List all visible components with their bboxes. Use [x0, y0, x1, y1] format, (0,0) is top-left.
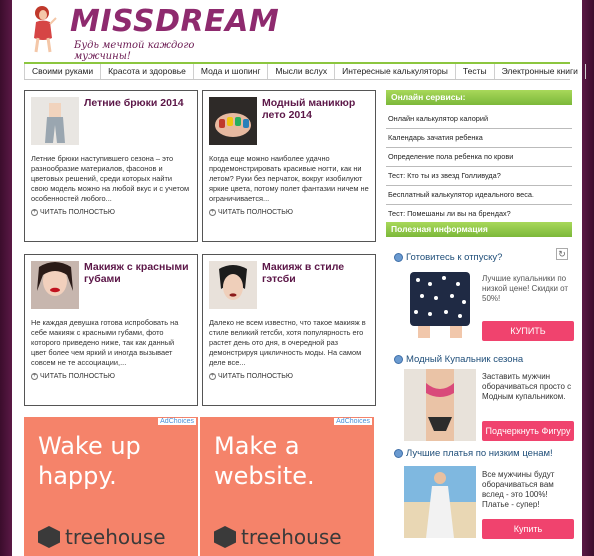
page-border-right [582, 0, 594, 556]
article-excerpt: Не каждая девушка готова испробовать на … [31, 318, 179, 367]
adchoices-label[interactable]: AdChoices [334, 418, 372, 425]
treehouse-logo-icon [38, 526, 60, 548]
promo-widget: ↻ Готовитесь к отпуску? Лучшие купальник… [390, 244, 574, 556]
girl-logo-icon [34, 6, 57, 53]
logo-slogan: Будь мечтой каждого мужчины! [74, 40, 195, 62]
ad-headline-line: Make a [214, 432, 300, 460]
polka-dot-swimsuit-image[interactable] [404, 266, 476, 338]
article-title[interactable]: Летние брюки 2014 [84, 97, 194, 109]
globe-icon [394, 449, 403, 458]
promo-title-text: Готовитесь к отпуску? [406, 252, 503, 263]
buy-button[interactable]: Купить [482, 519, 574, 539]
nav-item-ebooks[interactable]: Электронные книги [495, 64, 586, 79]
read-more-link[interactable]: + ЧИТАТЬ ПОЛНОСТЬЮ [31, 373, 115, 380]
adchoices-label[interactable]: AdChoices [158, 418, 196, 425]
plus-circle-icon: + [209, 209, 216, 216]
fashion-swimsuit-image[interactable] [404, 369, 476, 441]
main-nav: Своими руками Красота и здоровье Мода и … [24, 62, 586, 80]
nav-item-thoughts[interactable]: Мысли вслух [268, 64, 336, 79]
ad-brand: treehouse [214, 525, 342, 549]
read-more-link[interactable]: + ЧИТАТЬ ПОЛНОСТЬЮ [31, 209, 115, 216]
article-excerpt: Когда еще можно наиболее удачно продемон… [209, 154, 369, 203]
ad-headline: Make a website. [214, 431, 315, 491]
plus-circle-icon: + [31, 209, 38, 216]
article-card: Модный маникюр лето 2014 Когда еще можно… [202, 90, 376, 242]
nav-item-calculators[interactable]: Интересные калькуляторы [335, 64, 456, 79]
globe-icon [394, 253, 403, 262]
useful-info-header: Полезная информация [386, 222, 572, 237]
read-more-label: ЧИТАТЬ ПОЛНОСТЬЮ [218, 209, 293, 216]
manicure-image[interactable] [209, 97, 257, 145]
promo-title[interactable]: Модный Купальник сезона [394, 354, 523, 365]
promo-title-text: Модный Купальник сезона [406, 354, 524, 365]
read-more-link[interactable]: + ЧИТАТЬ ПОЛНОСТЬЮ [209, 209, 293, 216]
service-link[interactable]: Тест: Кто ты из звезд Голливуда? [386, 167, 572, 186]
nav-item-tests[interactable]: Тесты [456, 64, 495, 79]
article-title[interactable]: Модный маникюр лето 2014 [262, 97, 372, 121]
service-link[interactable]: Определение пола ребенка по крови [386, 148, 572, 167]
summer-pants-image[interactable] [31, 97, 79, 145]
refresh-icon[interactable]: ↻ [556, 248, 568, 260]
service-link[interactable]: Календарь зачатия ребенка [386, 129, 572, 148]
ad-brand: treehouse [38, 525, 166, 549]
nav-item-beauty[interactable]: Красота и здоровье [101, 64, 194, 79]
page-border-left [0, 0, 12, 556]
ad-headline-line: Wake up [38, 432, 141, 460]
ad-brand-name: treehouse [65, 525, 166, 549]
ad-headline-line: website. [214, 462, 315, 490]
service-link[interactable]: Бесплатный калькулятор идеального веса. [386, 186, 572, 205]
gatsby-makeup-image[interactable] [209, 261, 257, 309]
article-card: Макияж с красными губами Не каждая девуш… [24, 254, 198, 406]
beach-dress-image[interactable] [404, 466, 476, 538]
article-title[interactable]: Макияж в стиле гэтсби [262, 261, 372, 285]
article-card: Летние брюки 2014 Летние брюки наступивш… [24, 90, 198, 242]
read-more-link[interactable]: + ЧИТАТЬ ПОЛНОСТЬЮ [209, 373, 293, 380]
online-services-list: Онлайн калькулятор калорий Календарь зач… [386, 110, 572, 224]
ad-brand-name: treehouse [241, 525, 342, 549]
nav-item-fashion[interactable]: Мода и шопинг [194, 64, 269, 79]
nav-item-diy[interactable]: Своими руками [24, 64, 102, 79]
site-logo[interactable]: MISSDREAM Будь мечтой каждого мужчины! [28, 4, 279, 62]
promo-title[interactable]: Готовитесь к отпуску? [394, 252, 502, 263]
treehouse-ad-banner[interactable]: AdChoices Wake up happy. treehouse [24, 417, 198, 556]
ad-headline-line: happy. [38, 462, 117, 490]
plus-circle-icon: + [31, 373, 38, 380]
ad-headline: Wake up happy. [38, 431, 141, 491]
globe-icon [394, 355, 403, 364]
article-title[interactable]: Макияж с красными губами [84, 261, 194, 285]
read-more-label: ЧИТАТЬ ПОЛНОСТЬЮ [40, 209, 115, 216]
highlight-figure-button[interactable]: Подчеркнуть Фигуру [482, 421, 574, 441]
plus-circle-icon: + [209, 373, 216, 380]
promo-title[interactable]: Лучшие платья по низким ценам! [394, 448, 553, 459]
treehouse-ad-banner[interactable]: AdChoices Make a website. treehouse [200, 417, 374, 556]
article-excerpt: Летние брюки наступившего сезона – это р… [31, 154, 190, 203]
service-link[interactable]: Онлайн калькулятор калорий [386, 110, 572, 129]
read-more-label: ЧИТАТЬ ПОЛНОСТЬЮ [40, 373, 115, 380]
treehouse-logo-icon [214, 526, 236, 548]
promo-title-text: Лучшие платья по низким ценам! [406, 448, 553, 459]
page-content: MISSDREAM Будь мечтой каждого мужчины! С… [12, 0, 586, 556]
article-card: Макияж в стиле гэтсби Далеко не всем изв… [202, 254, 376, 406]
logo-title: MISSDREAM [70, 4, 280, 39]
promo-text: Все мужчины будут оборачиваться вам всле… [482, 470, 555, 509]
article-excerpt: Далеко не всем известно, что такое макия… [209, 318, 366, 367]
buy-button[interactable]: КУПИТЬ [482, 321, 574, 341]
promo-text: Заставить мужчин оборачиваться просто с … [482, 372, 572, 401]
promo-text: Лучшие купальники по низкой цене! Скидки… [482, 274, 569, 303]
red-lips-makeup-image[interactable] [31, 261, 79, 309]
online-services-header: Онлайн сервисы: [386, 90, 572, 105]
read-more-label: ЧИТАТЬ ПОЛНОСТЬЮ [218, 373, 293, 380]
